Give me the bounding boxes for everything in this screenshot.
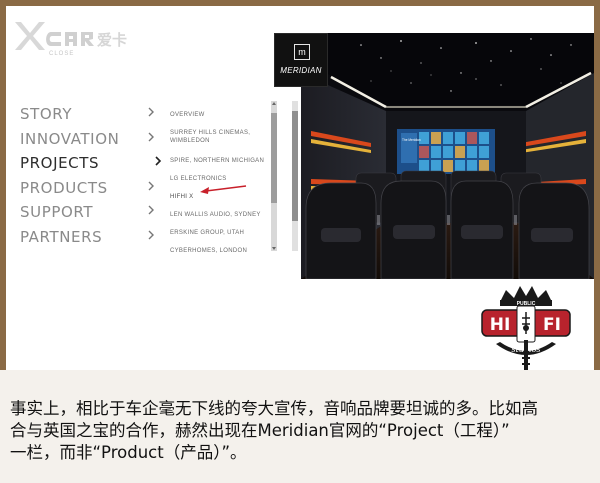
svg-text:HI: HI [490, 315, 511, 335]
submenu-item-surrey-hills[interactable]: SURREY HILLS CINEMAS, WIMBLEDON [170, 129, 274, 145]
nav-item-label: PRODUCTS [20, 178, 108, 197]
scroll-down-icon[interactable] [271, 245, 277, 251]
scrollbar-thumb[interactable] [292, 111, 298, 221]
chevron-right-icon [146, 105, 156, 119]
nav-item-projects[interactable]: PROJECTS [20, 151, 163, 176]
logo-subtitle: CLOSE [49, 51, 75, 57]
svg-text:FI: FI [543, 315, 561, 335]
annotation-arrow-icon [200, 185, 247, 194]
meridian-mark-icon: m [294, 44, 310, 60]
nav-item-innovation[interactable]: INNOVATION [20, 127, 160, 152]
submenu-item-spire[interactable]: SPIRE, NORTHERN MICHIGAN [170, 157, 274, 165]
meridian-brand-text: MERIDIAN [280, 66, 322, 75]
cinema-illustration: The Meridian [301, 33, 594, 279]
submenu-item-erskine[interactable]: ERSKINE GROUP, UTAH [170, 229, 274, 237]
meridian-logo: m MERIDIAN [274, 33, 328, 87]
chevron-right-icon [146, 130, 156, 144]
content-frame: 爱卡 CLOSE STORY INNOVATION PROJECTS PRODU… [6, 6, 594, 370]
caption-panel: 事实上，相比于车企毫无下线的夸大宣传，音响品牌要坦诚的多。比如高 合与英国之宝的… [0, 370, 600, 483]
chevron-right-icon [146, 179, 156, 193]
caption-line: 事实上，相比于车企毫无下线的夸大宣传，音响品牌要坦诚的多。比如高 [10, 399, 538, 418]
xcar-logo-icon: 爱卡 [15, 22, 127, 50]
chevron-right-icon [146, 203, 156, 217]
panel-scrollbar[interactable] [292, 101, 298, 251]
home-cinema-photo: The Meridian [301, 33, 594, 279]
submenu-item-overview[interactable]: OVERVIEW [170, 111, 274, 119]
chevron-right-icon [153, 154, 163, 168]
caption-line: 合与英国之宝的合作，赫然出现在Meridian官网的“Project（工程）” [10, 421, 510, 440]
nav-item-partners[interactable]: PARTNERS [20, 225, 160, 250]
chevron-right-icon [146, 228, 156, 242]
caption-line: 一栏，而非“Product（产品）”。 [10, 443, 247, 462]
nav-item-label: STORY [20, 105, 73, 123]
svg-text:爱卡: 爱卡 [97, 31, 127, 49]
main-nav: STORY INNOVATION PROJECTS PRODUCTS SUPPO… [20, 102, 163, 250]
submenu-item-len-wallis[interactable]: LEN WALLIS AUDIO, SYDNEY [170, 211, 274, 219]
nav-item-label: SUPPORT [20, 203, 94, 221]
brand-logo: 爱卡 CLOSE [11, 18, 141, 58]
hifi-studios-badge-icon: PUBLIC HI FI studios [481, 286, 571, 370]
submenu-scrollbar[interactable] [271, 101, 277, 251]
nav-item-products[interactable]: PRODUCTS [20, 176, 160, 201]
nav-item-label: PROJECTS [20, 154, 100, 172]
nav-item-story[interactable]: STORY [20, 102, 160, 127]
nav-item-support[interactable]: SUPPORT [20, 200, 160, 225]
caption-text: 事实上，相比于车企毫无下线的夸大宣传，音响品牌要坦诚的多。比如高 合与英国之宝的… [10, 398, 592, 464]
screen-title: The Meridian [402, 138, 421, 142]
submenu-item-cyberhomes[interactable]: CYBERHOMES, LONDON [170, 247, 274, 255]
nav-item-label: INNOVATION [20, 129, 120, 148]
scroll-up-icon[interactable] [271, 101, 277, 107]
nav-item-label: PARTNERS [20, 227, 103, 246]
scrollbar-thumb[interactable] [271, 113, 277, 203]
